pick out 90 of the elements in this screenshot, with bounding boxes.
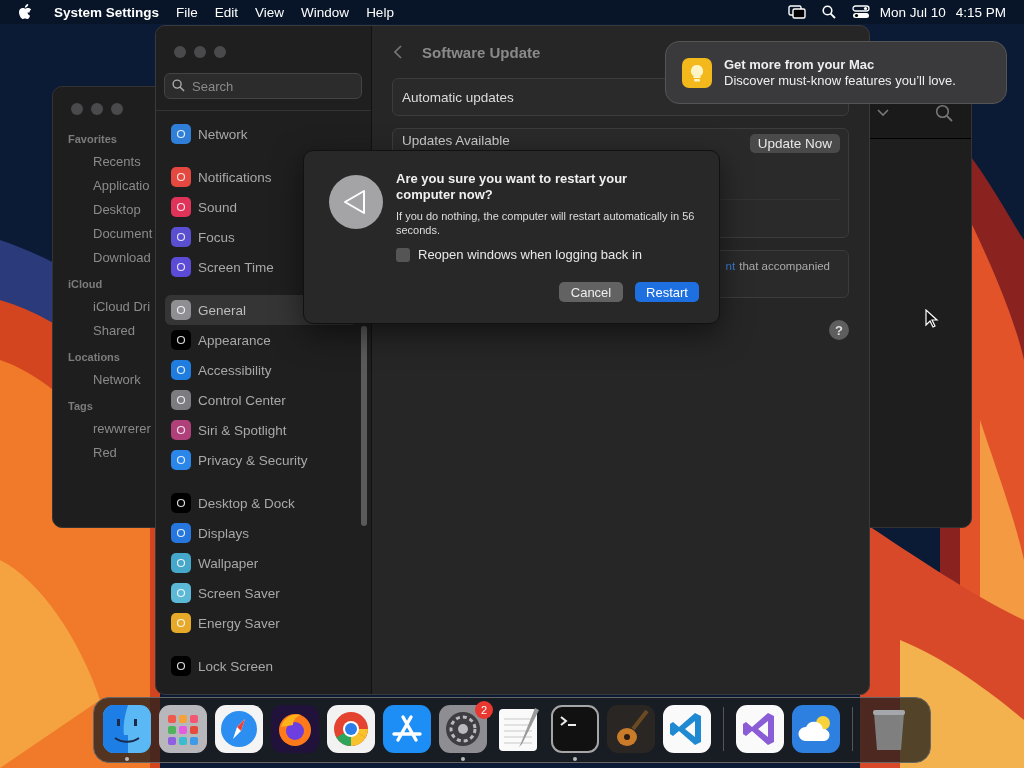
dialog-title: Are you sure you want to restart your computer now? (396, 171, 629, 203)
code-editor-icon[interactable] (663, 705, 711, 753)
pointer-icon (925, 309, 939, 329)
settings-tile-icon (171, 257, 191, 277)
restart-icon (328, 174, 384, 230)
light-bulb-icon (682, 57, 712, 88)
menu-item[interactable]: View (255, 4, 285, 20)
sidebar-heading: Favorites (68, 133, 117, 145)
settings-tile-icon (171, 420, 191, 440)
menu-bar-date[interactable]: Mon Jul 10 (879, 4, 946, 20)
sidebar-item[interactable]: Privacy & Security (165, 445, 357, 475)
row-label: Automatic updates (402, 89, 514, 105)
settings-tile-icon (171, 390, 191, 410)
sidebar-item[interactable]: Siri & Spotlight (165, 415, 357, 445)
menu-item[interactable]: Edit (214, 4, 239, 20)
settings-tile-icon (171, 124, 191, 144)
settings-tile-icon (171, 656, 191, 676)
screen-mirroring-icon[interactable] (787, 5, 806, 19)
scroll-bar[interactable] (361, 326, 367, 526)
settings-tile-icon (171, 493, 191, 513)
settings-tile-icon (171, 553, 191, 573)
guitar-icon[interactable] (607, 705, 655, 753)
settings-tile-icon (171, 613, 191, 633)
sidebar-item[interactable]: Red (68, 445, 117, 460)
settings-tile-icon (171, 583, 191, 603)
settings-tile-icon (171, 360, 191, 380)
menu-item[interactable]: File (176, 4, 198, 20)
sidebar-heading: iCloud (68, 278, 103, 290)
sidebar-item[interactable]: Applicatio (68, 178, 150, 193)
sidebar-item[interactable]: Network (165, 119, 357, 149)
settings-tile-icon (171, 450, 191, 470)
search-icon (172, 79, 185, 92)
sidebar-item[interactable]: Desktop & Dock (165, 488, 357, 518)
sidebar-item[interactable]: Control Center (165, 385, 357, 415)
sidebar-item[interactable]: Accessibility (165, 355, 357, 385)
control-center-icon[interactable] (851, 5, 870, 19)
checkbox[interactable] (396, 247, 410, 262)
sidebar-item[interactable]: Network (68, 372, 141, 387)
sidebar-item[interactable]: Download (68, 250, 151, 265)
sidebar-item[interactable]: Energy Saver (165, 608, 357, 638)
app-store-icon[interactable] (383, 705, 431, 753)
code-ide-icon[interactable] (736, 705, 784, 753)
sidebar-heading: Locations (68, 351, 120, 363)
settings-tile-icon (171, 167, 191, 187)
sidebar-item[interactable]: Screen Saver (165, 578, 357, 608)
page-title: Software Update (422, 43, 541, 61)
gear-icon[interactable] (439, 705, 487, 753)
sidebar-item[interactable]: Lock Screen (165, 651, 357, 681)
terminal-icon[interactable] (551, 705, 599, 753)
search-field[interactable]: Search (164, 73, 362, 99)
chevron-down-icon[interactable] (877, 108, 889, 117)
note-text: that accompanied (739, 260, 830, 272)
settings-tile-icon (171, 523, 191, 543)
sidebar-item[interactable]: Recents (68, 154, 141, 169)
settings-tile-icon (171, 330, 191, 350)
sidebar-item[interactable]: Document (68, 226, 153, 241)
dialog-button[interactable]: Cancel (559, 282, 623, 302)
menu-item[interactable]: Help (366, 4, 394, 20)
ring-browser-icon[interactable] (327, 705, 375, 753)
compass-icon[interactable] (215, 705, 263, 753)
search-icon[interactable] (819, 5, 838, 19)
sidebar-item[interactable]: Displays (165, 518, 357, 548)
cloud-sun-icon[interactable] (792, 705, 840, 753)
notification-banner[interactable]: Get more from your Mac Discover must-know features you’ll love. (665, 41, 1007, 104)
settings-tile-icon (171, 197, 191, 217)
sidebar-item[interactable]: iCloud Dri (68, 299, 151, 314)
sidebar-item[interactable]: Wallpaper (165, 548, 357, 578)
settings-tile-icon (171, 227, 191, 247)
sidebar-heading: Tags (68, 400, 93, 412)
notification-title: Get more from your Mac (724, 56, 876, 73)
dialog-message: If you do nothing, the computer will restart automatically in 56 seconds. (396, 209, 696, 237)
fox-globe-icon[interactable] (271, 705, 319, 753)
sidebar-item[interactable]: Appearance (165, 325, 357, 355)
apple-logo-icon[interactable] (18, 4, 32, 20)
app-menu[interactable]: System Settings (54, 4, 160, 20)
notification-badge: 2 (475, 701, 493, 719)
update-now-button[interactable]: Update Now (749, 134, 840, 153)
menu-item[interactable]: Window (301, 4, 350, 20)
help-button[interactable]: ? (829, 320, 849, 340)
checkbox-label[interactable]: Reopen windows when logging back in (418, 247, 643, 262)
back-chevron-icon[interactable] (394, 45, 402, 59)
section-label: Updates Available (402, 133, 510, 148)
settings-tile-icon (171, 300, 191, 320)
smiling-face-icon[interactable] (103, 705, 151, 753)
sidebar-item[interactable]: Shared (68, 323, 135, 338)
dialog-button[interactable]: Restart (635, 282, 699, 302)
sidebar-item[interactable]: Desktop (68, 202, 141, 217)
menu-bar-time[interactable]: 4:15 PM (955, 4, 1006, 20)
app-grid-icon[interactable] (159, 705, 207, 753)
sidebar-item[interactable]: rewwrerer (68, 421, 151, 436)
